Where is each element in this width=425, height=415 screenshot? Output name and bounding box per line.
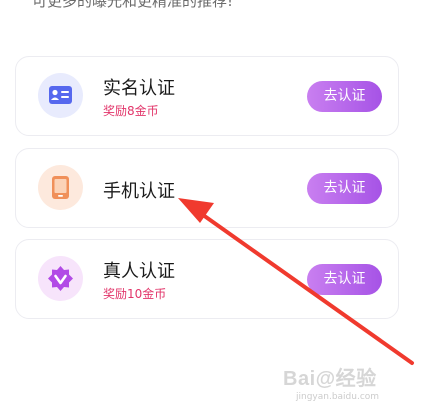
verify-realname-button[interactable]: 去认证 <box>307 81 382 112</box>
id-card-icon <box>38 73 83 118</box>
phone-icon <box>38 165 83 210</box>
verify-card-phone: 手机认证 去认证 <box>15 148 399 228</box>
watermark-url: jingyan.baidu.com <box>296 392 380 402</box>
card-title: 手机认证 <box>103 181 175 202</box>
verify-card-realname: 实名认证 奖励8金币 去认证 <box>15 56 399 136</box>
verify-phone-button[interactable]: 去认证 <box>307 173 382 204</box>
intro-text: 可更多的曝光和更精准的推荐! <box>32 0 234 10</box>
verify-card-face: 真人认证 奖励10金币 去认证 <box>15 239 399 319</box>
reward-text: 奖励10金币 <box>103 287 167 301</box>
watermark-logo: Bai@经验 <box>283 368 377 390</box>
verify-face-button[interactable]: 去认证 <box>307 264 382 295</box>
verified-face-icon <box>38 256 83 301</box>
reward-text: 奖励8金币 <box>103 104 159 118</box>
card-title: 真人认证 <box>103 261 175 282</box>
card-title: 实名认证 <box>103 78 175 99</box>
